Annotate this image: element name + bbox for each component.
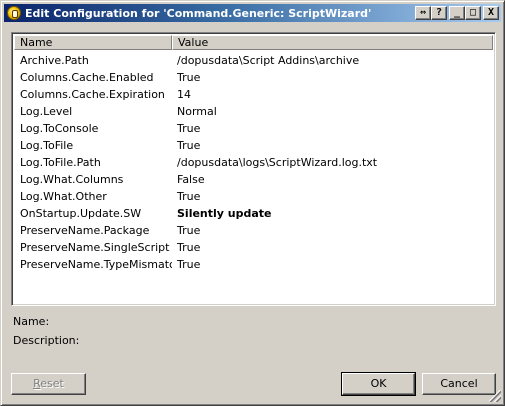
list-row-log-tofile[interactable]: Log.ToFile True [14, 137, 493, 154]
row-value: True [177, 139, 201, 152]
reset-button[interactable]: Reset [11, 373, 86, 395]
row-value: True [177, 122, 201, 135]
resize-grip-icon[interactable] [489, 390, 501, 402]
description-label: Description: [13, 334, 80, 347]
list-row-columns-cache-enabled[interactable]: Columns.Cache.Enabled True [14, 69, 493, 86]
row-value: False [177, 173, 205, 186]
list-row-columns-cache-expiration[interactable]: Columns.Cache.Expiration 14 [14, 86, 493, 103]
window-title: Edit Configuration for 'Command.Generic:… [25, 6, 372, 20]
list-row-log-toconsole[interactable]: Log.ToConsole True [14, 120, 493, 137]
row-value: 14 [177, 88, 191, 101]
opus-app-icon [7, 6, 21, 20]
row-value: /dopusdata\Script Addins\archive [177, 54, 360, 67]
row-name: Log.ToFile.Path [20, 156, 101, 169]
list-row-preservename-package[interactable]: PreserveName.Package True [14, 222, 493, 239]
row-name: Columns.Cache.Expiration [20, 88, 165, 101]
list-row-onstartup-update-sw[interactable]: OnStartup.Update.SW Silently update [14, 205, 493, 222]
title-bar-buttons: ⇔ ? _ □ X [415, 6, 499, 20]
list-rows: Archive.Path /dopusdata\Script Addins\ar… [14, 52, 493, 273]
maximize-button[interactable]: □ [465, 6, 481, 20]
row-name: Log.What.Other [20, 190, 107, 203]
list-row-log-level[interactable]: Log.Level Normal [14, 103, 493, 120]
column-header-value[interactable]: Value [172, 35, 493, 50]
pin-window-button[interactable]: ⇔ [415, 6, 431, 20]
row-name: PreserveName.Package [20, 224, 150, 237]
help-button[interactable]: ? [431, 6, 447, 20]
row-name: OnStartup.Update.SW [20, 207, 142, 220]
list-row-log-what-columns[interactable]: Log.What.Columns False [14, 171, 493, 188]
reset-button-label: eset [40, 377, 64, 390]
row-value: True [177, 224, 201, 237]
row-name: Archive.Path [20, 54, 89, 67]
close-button[interactable]: X [483, 6, 499, 20]
row-value: Silently update [177, 207, 272, 220]
row-value: /dopusdata\logs\ScriptWizard.log.txt [177, 156, 378, 169]
row-value: True [177, 190, 201, 203]
cancel-button[interactable]: Cancel [422, 373, 496, 395]
row-name: Log.Level [20, 105, 73, 118]
config-list[interactable]: Name Value Archive.Path /dopusdata\Scrip… [11, 32, 496, 306]
row-name: Log.ToFile [20, 139, 74, 152]
list-row-log-what-other[interactable]: Log.What.Other True [14, 188, 493, 205]
name-label: Name: [13, 315, 50, 328]
minimize-button[interactable]: _ [449, 6, 465, 20]
list-header: Name Value [14, 35, 493, 50]
row-value: Normal [177, 105, 217, 118]
title-bar[interactable]: Edit Configuration for 'Command.Generic:… [4, 4, 501, 22]
list-row-preservename-singlescript[interactable]: PreserveName.SingleScript True [14, 239, 493, 256]
row-name: PreserveName.SingleScript [20, 241, 170, 254]
column-header-name[interactable]: Name [14, 35, 172, 50]
row-name: Columns.Cache.Enabled [20, 71, 154, 84]
row-value: True [177, 241, 201, 254]
row-value: True [177, 258, 201, 271]
config-dialog: Edit Configuration for 'Command.Generic:… [0, 0, 505, 406]
list-row-log-tofile-path[interactable]: Log.ToFile.Path /dopusdata\logs\ScriptWi… [14, 154, 493, 171]
row-name: Log.ToConsole [20, 122, 99, 135]
list-row-archive-path[interactable]: Archive.Path /dopusdata\Script Addins\ar… [14, 52, 493, 69]
ok-button[interactable]: OK [341, 372, 416, 396]
list-row-preservename-typemismatch[interactable]: PreserveName.TypeMismatch True [14, 256, 493, 273]
row-name: PreserveName.TypeMismatch [20, 258, 172, 271]
row-value: True [177, 71, 201, 84]
row-name: Log.What.Columns [20, 173, 124, 186]
